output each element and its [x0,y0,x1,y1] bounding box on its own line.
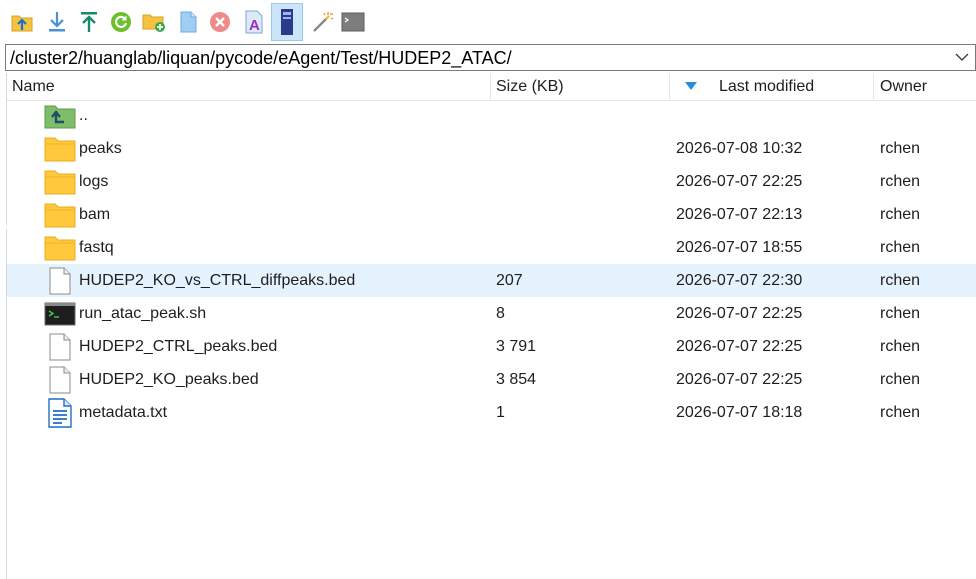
parent-directory-button[interactable] [9,5,35,39]
parent-folder-icon [44,102,76,130]
file-owner: rchen [880,173,921,190]
svg-text:A: A [249,17,260,34]
upload-arrow-icon [81,12,97,32]
terminal-icon [341,12,365,32]
file-row[interactable]: metadata.txt 1 2026-07-07 18:18 rchen [7,396,976,429]
rename-button[interactable]: A [241,5,267,39]
file-size: 8 [496,305,505,322]
file-size: 3 791 [496,338,537,355]
delete-icon [210,12,230,32]
file-modified: 2026-07-07 22:13 [676,206,803,223]
file-name: fastq [79,239,114,256]
new-file-button[interactable] [175,5,201,39]
file-row[interactable]: peaks 2026-07-08 10:32 rchen [7,132,976,165]
file-name: HUDEP2_KO_peaks.bed [79,371,259,388]
toolbar: A [0,0,976,44]
file-modified: 2026-07-08 10:32 [676,140,803,157]
file-modified: 2026-07-07 22:25 [676,371,803,388]
file-row[interactable]: logs 2026-07-07 22:25 rchen [7,165,976,198]
file-row[interactable]: bam 2026-07-07 22:13 rchen [7,198,976,231]
file-owner: rchen [880,338,921,355]
file-owner: rchen [880,371,921,388]
properties-button[interactable] [271,3,303,41]
file-size: 207 [496,272,523,289]
upload-button[interactable] [76,5,102,39]
folder-up-icon [11,15,33,32]
file-name: peaks [79,140,122,157]
file-row-selected[interactable]: HUDEP2_KO_vs_CTRL_diffpeaks.bed 207 2026… [7,264,976,297]
column-header-name[interactable]: Name [12,74,55,100]
terminal-button[interactable] [340,5,366,39]
column-header-last-modified[interactable]: Last modified [719,74,814,100]
text-file-icon [44,398,76,428]
file-name: HUDEP2_KO_vs_CTRL_diffpeaks.bed [79,272,356,289]
file-row[interactable]: HUDEP2_KO_peaks.bed 3 854 2026-07-07 22:… [7,363,976,396]
file-row[interactable]: run_atac_peak.sh 8 2026-07-07 22:25 rche… [7,297,976,330]
file-size: 1 [496,404,505,421]
properties-icon [281,9,293,35]
file-name: run_atac_peak.sh [79,305,207,322]
column-header-owner[interactable]: Owner [880,74,927,100]
file-owner: rchen [880,206,921,223]
file-modified: 2026-07-07 22:30 [676,272,803,289]
rename-icon: A [245,10,263,34]
file-name: logs [79,173,109,190]
folder-icon [44,201,76,229]
folder-icon [44,234,76,262]
column-separator[interactable] [669,74,670,100]
file-name: .. [79,107,88,124]
path-value: /cluster2/huanglab/liquan/pycode/eAgent/… [10,48,512,68]
file-name: bam [79,206,111,223]
file-owner: rchen [880,305,921,322]
file-name: metadata.txt [79,404,168,421]
file-owner: rchen [880,404,921,421]
magic-wand-icon [313,12,334,32]
file-list-header: Name Size (KB) Last modified Owner [7,74,976,101]
chevron-down-icon[interactable] [955,52,969,62]
file-size: 3 854 [496,371,537,388]
file-owner: rchen [880,140,921,157]
file-icon [44,267,76,295]
file-modified: 2026-07-07 22:25 [676,338,803,355]
delete-button[interactable] [207,5,233,39]
sort-descending-icon [685,82,697,90]
file-name: HUDEP2_CTRL_peaks.bed [79,338,278,355]
file-modified: 2026-07-07 22:25 [676,173,803,190]
file-modified: 2026-07-07 18:55 [676,239,803,256]
folder-icon [44,135,76,163]
new-folder-icon [142,14,165,32]
file-modified: 2026-07-07 18:18 [676,404,803,421]
left-pane-edge [0,229,7,579]
file-modified: 2026-07-07 22:25 [676,305,803,322]
new-folder-button[interactable] [141,5,167,39]
column-separator[interactable] [490,74,491,100]
magic-wand-button[interactable] [309,5,335,39]
file-icon [44,333,76,361]
file-owner: rchen [880,272,921,289]
file-row[interactable]: fastq 2026-07-07 18:55 rchen [7,231,976,264]
file-icon [44,366,76,394]
column-separator[interactable] [873,74,874,100]
file-row[interactable]: HUDEP2_CTRL_peaks.bed 3 791 2026-07-07 2… [7,330,976,363]
download-arrow-icon [49,12,65,32]
path-input[interactable]: /cluster2/huanglab/liquan/pycode/eAgent/… [5,44,976,71]
folder-icon [44,168,76,196]
file-owner: rchen [880,239,921,256]
left-pane-edge [0,73,7,225]
script-icon [44,300,76,328]
column-header-size[interactable]: Size (KB) [496,74,564,100]
download-button[interactable] [44,5,70,39]
refresh-button[interactable] [108,5,134,39]
new-file-icon [180,11,197,33]
file-row[interactable]: .. [7,99,976,132]
refresh-icon [111,12,131,32]
